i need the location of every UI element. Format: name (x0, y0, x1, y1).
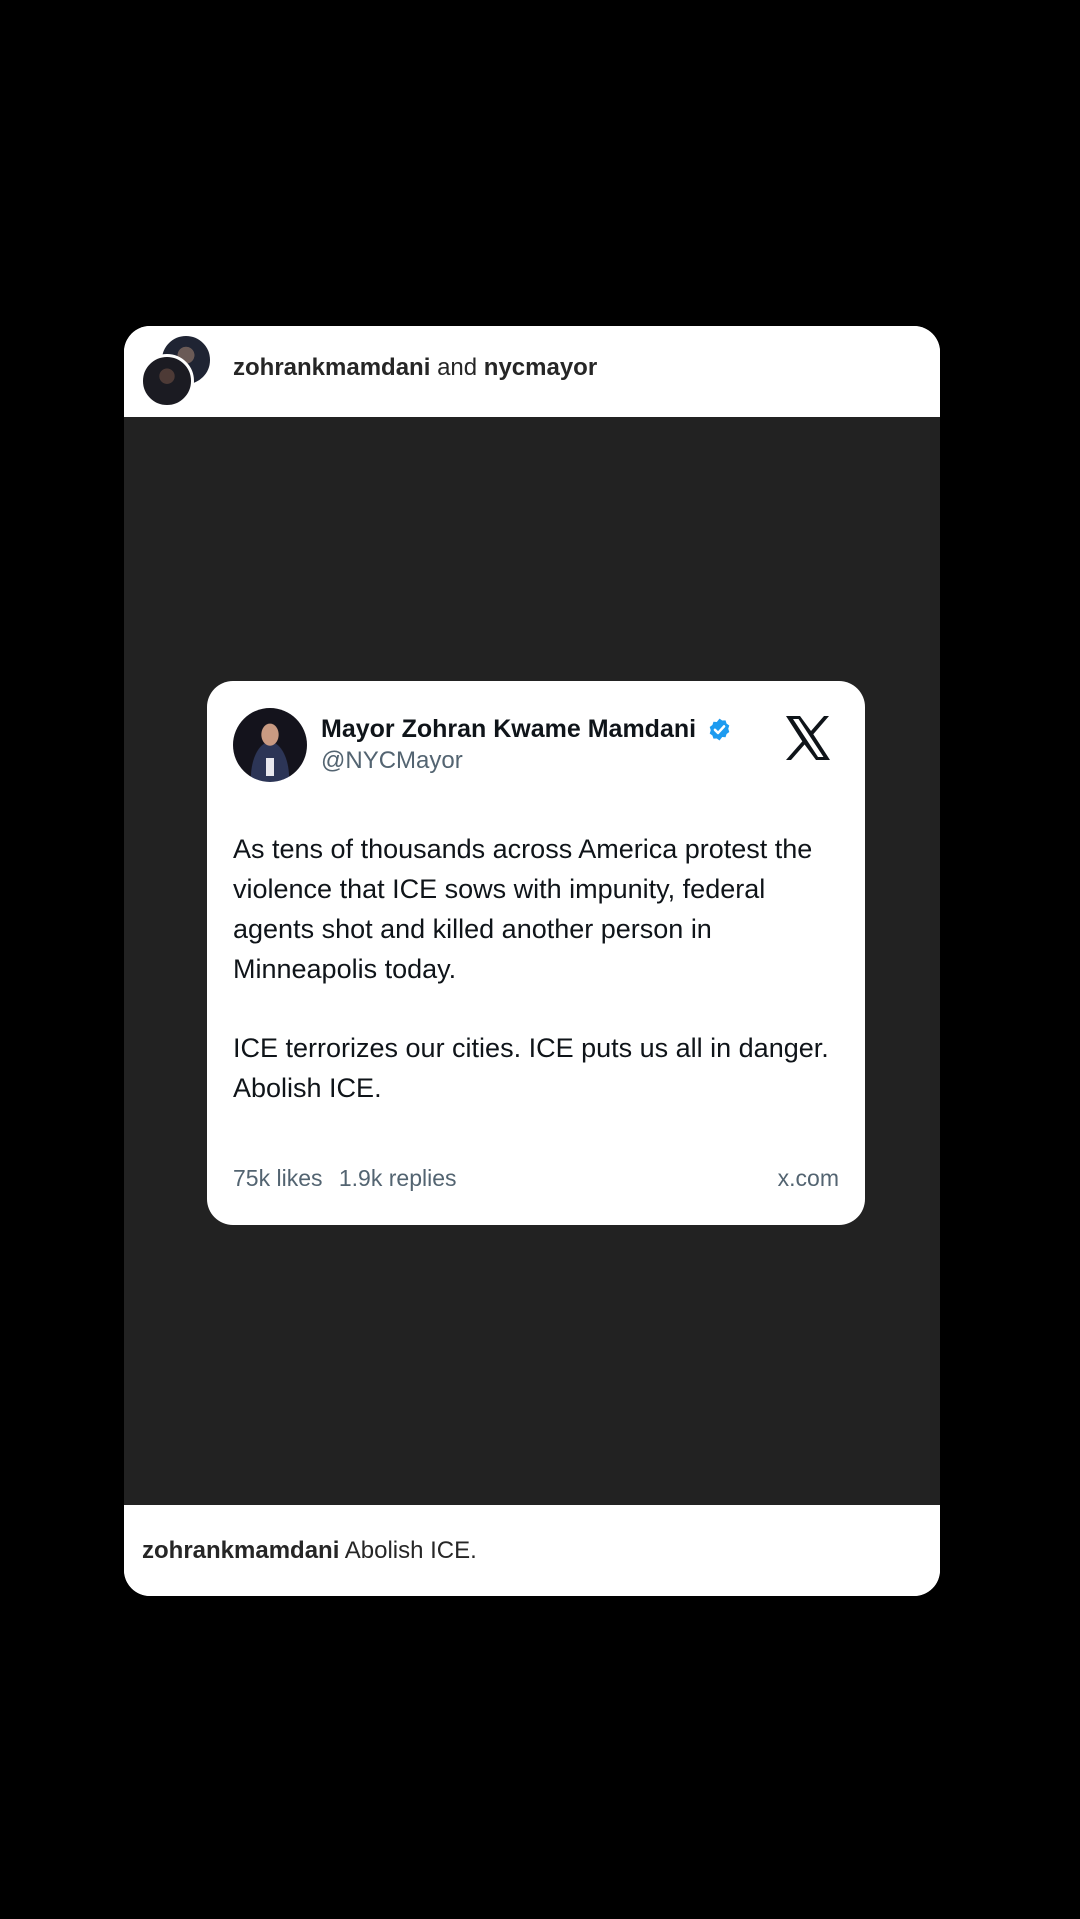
tweet-handle: @NYCMayor (321, 747, 463, 774)
tweet-paragraph: As tens of thousands across America prot… (233, 834, 813, 984)
post-caption[interactable]: zohrankmamdani Abolish ICE. (124, 1505, 940, 1596)
tweet-display-name: Mayor Zohran Kwame Mamdani (321, 715, 697, 743)
tweet-source: x.com (777, 1165, 839, 1191)
avatar-zohrankmamdani (140, 354, 194, 408)
collab-avatars[interactable] (140, 334, 212, 408)
tweet-likes: 75k likes (233, 1165, 323, 1191)
tweet-screenshot-card: Mayor Zohran Kwame Mamdani @NYCMayor As … (207, 681, 865, 1225)
caption-body: Abolish ICE. (339, 1537, 477, 1564)
caption-username[interactable]: zohrankmamdani (142, 1537, 339, 1564)
tweet-text: As tens of thousands across America prot… (233, 829, 843, 1108)
tweet-avatar (233, 708, 307, 782)
story-viewer: zohrankmamdani and nycmayor Mayor Zohran… (0, 0, 1080, 1919)
tweet-stats: 75k likes 1.9k replies (233, 1165, 457, 1192)
post-header[interactable]: zohrankmamdani and nycmayor (124, 326, 940, 417)
tweet-replies: 1.9k replies (338, 1165, 457, 1191)
verified-badge-icon (709, 718, 729, 741)
shared-post-card[interactable]: zohrankmamdani and nycmayor Mayor Zohran… (124, 326, 940, 1596)
caption-text: zohrankmamdani Abolish ICE. (142, 1537, 477, 1565)
x-logo-icon (786, 716, 830, 760)
tweet-name-row: Mayor Zohran Kwame Mamdani (321, 715, 732, 747)
tweet-paragraph: ICE terrorizes our cities. ICE puts us a… (233, 1033, 829, 1103)
post-authors[interactable]: zohrankmamdani and nycmayor (233, 354, 597, 382)
coauthor-username[interactable]: nycmayor (484, 354, 597, 381)
author-username[interactable]: zohrankmamdani (233, 354, 430, 381)
author-connector: and (437, 354, 478, 381)
